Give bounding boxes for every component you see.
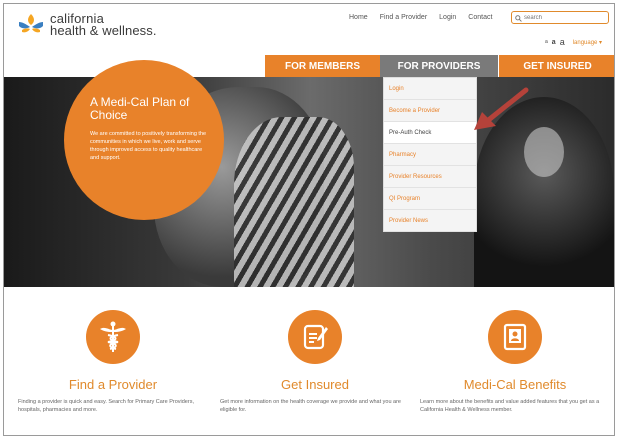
feature-medi-cal-benefits[interactable]: Medi-Cal Benefits Learn more about the b…	[420, 310, 610, 414]
search-icon	[515, 9, 522, 27]
nav-link-contact[interactable]: Contact	[468, 14, 492, 21]
feature-title-medi-cal-benefits[interactable]: Medi-Cal Benefits	[420, 377, 610, 392]
search-box[interactable]	[511, 11, 609, 24]
language-selector[interactable]: language ▾	[573, 39, 602, 46]
hero-body: We are committed to positively transform…	[90, 131, 207, 161]
id-card-icon[interactable]	[488, 310, 542, 364]
hero-title: A Medi-Cal Plan of Choice	[90, 95, 190, 122]
feature-get-insured[interactable]: Get Insured Get more information on the …	[220, 310, 410, 414]
utility-nav: Home Find a Provider Login Contact	[349, 14, 492, 21]
tab-for-providers[interactable]: FOR PROVIDERS	[380, 55, 498, 77]
tab-get-insured[interactable]: GET INSURED	[498, 55, 614, 77]
site-logo[interactable]: california health & wellness.	[16, 12, 157, 38]
providers-dropdown-menu: Login Become a Provider Pre-Auth Check P…	[383, 77, 477, 232]
annotation-arrow-icon	[472, 86, 532, 134]
menu-item-pharmacy[interactable]: Pharmacy	[384, 144, 476, 166]
nav-link-login[interactable]: Login	[439, 14, 456, 21]
feature-body-find-provider: Finding a provider is quick and easy. Se…	[18, 399, 194, 413]
main-nav: FOR MEMBERS FOR PROVIDERS GET INSURED	[265, 55, 614, 77]
menu-item-provider-resources[interactable]: Provider Resources	[384, 166, 476, 188]
tab-for-members[interactable]: FOR MEMBERS	[265, 55, 380, 77]
feature-title-get-insured[interactable]: Get Insured	[220, 377, 410, 392]
menu-item-become-provider[interactable]: Become a Provider	[384, 100, 476, 122]
caduceus-icon[interactable]	[86, 310, 140, 364]
hero-image-highlight	[524, 127, 564, 177]
page-frame: california health & wellness. Home Find …	[3, 3, 615, 436]
logo-text-line2: health & wellness.	[50, 23, 157, 38]
feature-body-get-insured: Get more information on the health cover…	[220, 399, 401, 413]
text-size-controls: a a a language ▾	[545, 37, 602, 47]
menu-item-pre-auth-check[interactable]: Pre-Auth Check	[384, 122, 476, 144]
search-input[interactable]	[524, 14, 604, 21]
feature-title-find-provider[interactable]: Find a Provider	[18, 377, 208, 392]
menu-item-provider-news[interactable]: Provider News	[384, 210, 476, 232]
text-size-small[interactable]: a	[545, 39, 548, 45]
feature-body-medi-cal-benefits: Learn more about the benefits and value …	[420, 399, 600, 413]
hero-image-garment	[234, 117, 354, 287]
nav-link-home[interactable]: Home	[349, 14, 368, 21]
feature-find-provider[interactable]: Find a Provider Finding a provider is qu…	[18, 310, 208, 414]
menu-item-login[interactable]: Login	[384, 78, 476, 100]
nav-link-find-provider[interactable]: Find a Provider	[380, 14, 427, 21]
text-size-large[interactable]: a	[560, 37, 565, 47]
logo-mark-icon	[16, 12, 46, 38]
text-size-medium[interactable]: a	[552, 39, 556, 46]
menu-item-qi-program[interactable]: QI Program	[384, 188, 476, 210]
form-pencil-icon[interactable]	[288, 310, 342, 364]
hero-message-circle: A Medi-Cal Plan of Choice We are committ…	[64, 60, 224, 220]
